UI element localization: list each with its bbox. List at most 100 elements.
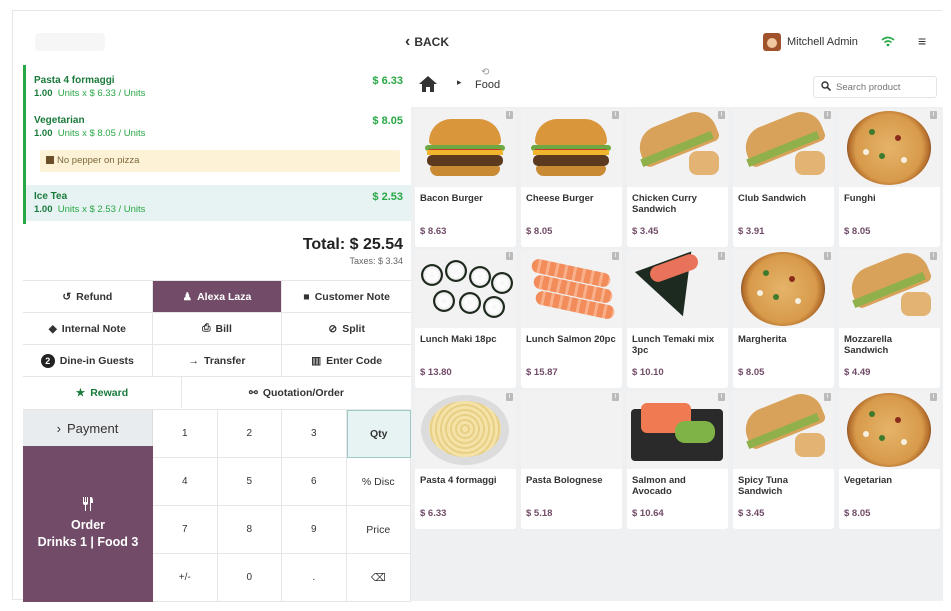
product-card[interactable]: i Vegetarian $ 8.05: [839, 391, 940, 529]
key-5[interactable]: 5: [217, 458, 282, 506]
product-price: $ 15.87: [526, 367, 558, 378]
key-decimal[interactable]: .: [282, 554, 347, 602]
backspace-icon[interactable]: ⌫: [346, 554, 411, 602]
key-qty[interactable]: Qty: [346, 410, 411, 458]
order-totals: Total: $ 25.54 Taxes: $ 3.34: [23, 230, 411, 280]
key-7[interactable]: 7: [153, 506, 218, 554]
product-card[interactable]: i Lunch Maki 18pc $ 13.80: [415, 250, 516, 388]
payment-label: Payment: [67, 420, 119, 436]
product-image: [839, 109, 940, 187]
product-card[interactable]: i Pasta Bolognese $ 5.18: [521, 391, 622, 529]
product-card[interactable]: i Spicy Tuna Sandwich $ 3.45: [733, 391, 834, 529]
product-card[interactable]: i Mozzarella Sandwich $ 4.49: [839, 250, 940, 388]
cutlery-icon: [82, 497, 94, 515]
key-plus-minus[interactable]: +/-: [153, 554, 218, 602]
order-line-name: Ice Tea: [34, 191, 68, 202]
search-input[interactable]: [836, 81, 931, 93]
product-price: $ 8.05: [526, 226, 553, 237]
home-icon[interactable]: [419, 76, 437, 92]
bill-button[interactable]: ⎙ Bill: [152, 313, 283, 344]
product-card[interactable]: i Lunch Salmon 20pc $ 15.87: [521, 250, 622, 388]
info-icon[interactable]: i: [824, 393, 831, 401]
info-icon[interactable]: i: [930, 111, 937, 119]
key-price[interactable]: Price: [346, 506, 411, 554]
product-price: $ 3.45: [632, 226, 659, 237]
info-icon[interactable]: i: [930, 252, 937, 260]
product-card[interactable]: i Lunch Temaki mix 3pc $ 10.10: [627, 250, 728, 388]
product-card[interactable]: i Bacon Burger $ 8.63: [415, 109, 516, 247]
product-name: Margherita: [738, 334, 787, 345]
info-icon[interactable]: i: [612, 111, 619, 119]
product-card[interactable]: i Chicken Curry Sandwich $ 3.45: [627, 109, 728, 247]
info-icon[interactable]: i: [930, 393, 937, 401]
order-line-unit-text: Units x $ 6.33 / Units: [57, 88, 146, 99]
order-line-selected[interactable]: Ice Tea $ 2.53 1.00 Units x $ 2.53 / Uni…: [26, 185, 411, 221]
payment-button[interactable]: › Payment: [23, 410, 153, 446]
enter-code-button[interactable]: ▥ Enter Code: [282, 345, 412, 376]
refund-icon: ↺: [62, 290, 72, 303]
back-label: BACK: [414, 35, 449, 49]
product-image: [521, 109, 622, 187]
product-card[interactable]: i Club Sandwich $ 3.91: [733, 109, 834, 247]
key-0[interactable]: 0: [217, 554, 282, 602]
info-icon[interactable]: i: [824, 252, 831, 260]
key-1[interactable]: 1: [153, 410, 218, 458]
quotation-order-button[interactable]: ⚯ Quotation/Order: [181, 377, 411, 408]
numpad: 1 2 3 Qty 4 5 6 % Disc 7 8 9 Price +/- 0…: [153, 410, 411, 602]
breadcrumb[interactable]: ⟲ Food: [475, 67, 500, 91]
info-icon[interactable]: i: [612, 252, 619, 260]
order-line[interactable]: Pasta 4 formaggi $ 6.33 1.00 Units x $ 6…: [26, 75, 411, 99]
info-icon[interactable]: i: [506, 111, 513, 119]
refund-label: Refund: [76, 290, 113, 303]
product-name: Cheese Burger: [526, 193, 594, 204]
product-price: $ 8.05: [844, 226, 871, 237]
product-name: Pasta 4 formaggi: [420, 475, 497, 486]
hamburger-menu-icon[interactable]: ≡: [918, 33, 926, 49]
product-name: Club Sandwich: [738, 193, 807, 204]
key-9[interactable]: 9: [282, 506, 347, 554]
back-button[interactable]: ‹ BACK: [405, 34, 449, 50]
search-box[interactable]: [813, 76, 937, 98]
key-2[interactable]: 2: [217, 410, 282, 458]
product-card[interactable]: i Pasta 4 formaggi $ 6.33: [415, 391, 516, 529]
product-card[interactable]: i Salmon and Avocado $ 10.64: [627, 391, 728, 529]
refund-button[interactable]: ↺ Refund: [23, 281, 153, 312]
info-icon[interactable]: i: [612, 393, 619, 401]
order-line-qty-value: 1.00: [34, 204, 53, 215]
order-summary: Drinks 1 | Food 3: [37, 535, 139, 549]
key-4[interactable]: 4: [153, 458, 218, 506]
info-icon[interactable]: i: [718, 252, 725, 260]
product-price: $ 4.49: [844, 367, 871, 378]
customer-label: Alexa Laza: [197, 290, 252, 303]
info-icon[interactable]: i: [506, 393, 513, 401]
quotation-label: Quotation/Order: [262, 386, 344, 399]
order-button[interactable]: Order Drinks 1 | Food 3: [23, 446, 153, 602]
info-icon[interactable]: i: [506, 252, 513, 260]
internal-note-button[interactable]: ◆ Internal Note: [23, 313, 153, 344]
user-menu[interactable]: Mitchell Admin: [763, 33, 858, 51]
order-lines: Pasta 4 formaggi $ 6.33 1.00 Units x $ 6…: [23, 65, 411, 224]
product-card[interactable]: i Margherita $ 8.05: [733, 250, 834, 388]
internal-note-label: Internal Note: [61, 322, 126, 335]
reward-button[interactable]: ★ Reward: [23, 377, 182, 408]
wifi-icon: [881, 35, 895, 50]
customer-note-button[interactable]: ■ Customer Note: [282, 281, 412, 312]
info-icon[interactable]: i: [718, 393, 725, 401]
product-card[interactable]: i Funghi $ 8.05: [839, 109, 940, 247]
info-icon[interactable]: i: [718, 111, 725, 119]
guests-button[interactable]: 2 Dine-in Guests: [23, 345, 153, 376]
split-button[interactable]: ⊘ Split: [282, 313, 412, 344]
product-card[interactable]: i Cheese Burger $ 8.05: [521, 109, 622, 247]
key-8[interactable]: 8: [217, 506, 282, 554]
product-grid: i Bacon Burger $ 8.63 i Cheese Burger $ 8.05 i…: [415, 109, 940, 529]
order-line[interactable]: Vegetarian $ 8.05 1.00 Units x $ 8.05 / …: [26, 115, 411, 139]
key-6[interactable]: 6: [282, 458, 347, 506]
key-discount[interactable]: % Disc: [346, 458, 411, 506]
product-price: $ 8.63: [420, 226, 447, 237]
product-name: Pasta Bolognese: [526, 475, 603, 486]
customer-button[interactable]: ♟ Alexa Laza: [152, 281, 283, 312]
key-3[interactable]: 3: [282, 410, 347, 458]
transfer-button[interactable]: → Transfer: [152, 345, 283, 376]
product-name: Lunch Salmon 20pc: [526, 334, 616, 345]
info-icon[interactable]: i: [824, 111, 831, 119]
